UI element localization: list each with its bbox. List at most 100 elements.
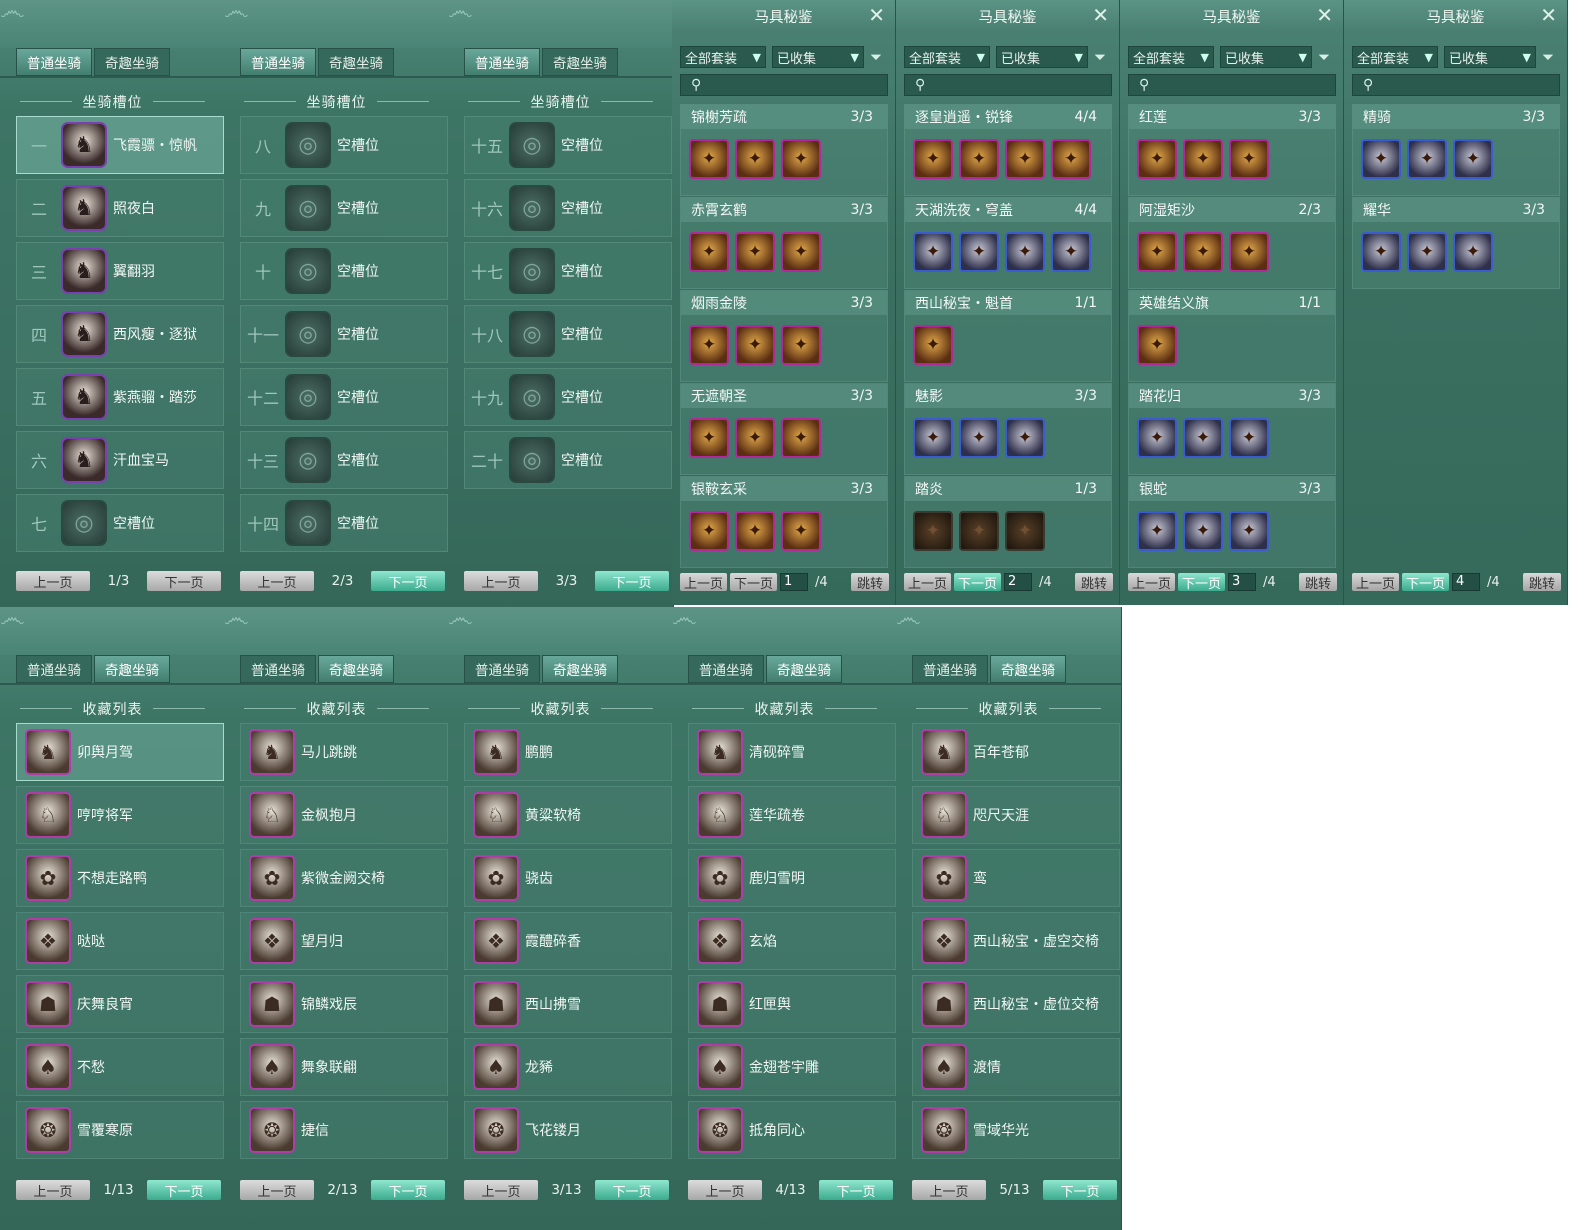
page-number-input[interactable]: 2 (1004, 573, 1033, 591)
saddle-part-icon[interactable]: ✦ (689, 232, 729, 272)
saddle-part-icon[interactable]: ✦ (1005, 418, 1045, 458)
saddle-part-icon[interactable]: ✦ (1453, 139, 1493, 179)
saddle-part-icon[interactable]: ✦ (1229, 139, 1269, 179)
search-input[interactable]: ⚲ (1128, 74, 1336, 96)
collection-item[interactable]: ♠ 渡情 (912, 1038, 1120, 1096)
saddle-part-icon[interactable]: ✦ (1137, 139, 1177, 179)
saddle-set-card[interactable]: 银蛇 3/3 ✦ ✦ ✦ (1128, 476, 1336, 568)
set-filter-dropdown[interactable]: 全部套装 ▼ (904, 46, 990, 68)
mount-slot[interactable]: 一 ♞ 飞霞骠・惊帆 (16, 116, 224, 174)
mount-slot[interactable]: 六 ♞ 汗血宝马 (16, 431, 224, 489)
collected-filter-dropdown[interactable]: 已收集 ▼ (1444, 46, 1536, 68)
collected-filter-dropdown[interactable]: 已收集 ▼ (996, 46, 1088, 68)
saddle-part-icon[interactable]: ✦ (1229, 232, 1269, 272)
next-page-button[interactable]: 下一页 (594, 1180, 669, 1200)
collection-item[interactable]: ✿ 骁齿 (464, 849, 672, 907)
saddle-part-icon[interactable]: ✦ (781, 232, 821, 272)
collection-item[interactable]: ♠ 金翅苍宇雕 (688, 1038, 896, 1096)
collection-item[interactable]: ☗ 锦鳞戏辰 (240, 975, 448, 1033)
prev-page-button[interactable]: 上一页 (912, 1180, 986, 1200)
saddle-part-icon[interactable]: ✦ (781, 325, 821, 365)
mount-slot[interactable]: 七 ◎ 空槽位 (16, 494, 224, 552)
saddle-part-icon[interactable]: ✦ (689, 418, 729, 458)
collection-item[interactable]: ✿ 鸾 (912, 849, 1120, 907)
search-input[interactable]: ⚲ (1352, 74, 1560, 96)
mount-slot[interactable]: 二 ♞ 照夜白 (16, 179, 224, 237)
saddle-part-icon[interactable]: ✦ (1051, 139, 1091, 179)
prev-page-button[interactable]: 上一页 (16, 1180, 90, 1200)
collection-item[interactable]: ☗ 庆舞良宵 (16, 975, 224, 1033)
collection-item[interactable]: ❂ 抵角同心 (688, 1101, 896, 1159)
filter-icon[interactable]: ⏷ (870, 48, 882, 66)
mount-slot[interactable]: 五 ♞ 紫燕骝・踏莎 (16, 368, 224, 426)
mount-slot[interactable]: 八 ◎ 空槽位 (240, 116, 448, 174)
saddle-set-card[interactable]: 无遮朝圣 3/3 ✦ ✦ ✦ (680, 383, 888, 475)
saddle-part-icon[interactable]: ✦ (1183, 511, 1223, 551)
next-page-button[interactable]: 下一页 (146, 571, 221, 591)
saddle-part-icon[interactable]: ✦ (1137, 511, 1177, 551)
saddle-set-card[interactable]: 魅影 3/3 ✦ ✦ ✦ (904, 383, 1112, 475)
saddle-set-card[interactable]: 踏花归 3/3 ✦ ✦ ✦ (1128, 383, 1336, 475)
saddle-part-icon[interactable]: ✦ (1229, 418, 1269, 458)
saddle-part-icon[interactable]: ✦ (1453, 232, 1493, 272)
saddle-part-icon[interactable]: ✦ (1005, 511, 1045, 551)
collection-item[interactable]: ❂ 雪域华光 (912, 1101, 1120, 1159)
collection-item[interactable]: ♘ 咫尺天涯 (912, 786, 1120, 844)
saddle-part-icon[interactable]: ✦ (1005, 232, 1045, 272)
tab-fun-mounts[interactable]: 奇趣坐骑 (990, 655, 1066, 683)
collection-item[interactable]: ❂ 捷信 (240, 1101, 448, 1159)
saddle-part-icon[interactable]: ✦ (735, 232, 775, 272)
saddle-set-card[interactable]: 耀华 3/3 ✦ ✦ ✦ (1352, 197, 1560, 289)
next-page-button[interactable]: 下一页 (730, 573, 778, 592)
collection-item[interactable]: ♘ 莲华疏卷 (688, 786, 896, 844)
collection-item[interactable]: ☗ 红匣舆 (688, 975, 896, 1033)
collection-item[interactable]: ♞ 百年苍郁 (912, 723, 1120, 781)
search-input[interactable]: ⚲ (904, 74, 1112, 96)
collection-item[interactable]: ♞ 卯舆月驾 (16, 723, 224, 781)
mount-slot[interactable]: 十八 ◎ 空槽位 (464, 305, 672, 363)
saddle-part-icon[interactable]: ✦ (735, 325, 775, 365)
filter-icon[interactable]: ⏷ (1542, 48, 1554, 66)
collection-item[interactable]: ✿ 紫微金阙交椅 (240, 849, 448, 907)
saddle-set-card[interactable]: 赤霄玄鹤 3/3 ✦ ✦ ✦ (680, 197, 888, 289)
tab-normal-mounts[interactable]: 普通坐骑 (16, 655, 92, 683)
saddle-part-icon[interactable]: ✦ (959, 511, 999, 551)
saddle-part-icon[interactable]: ✦ (689, 325, 729, 365)
saddle-part-icon[interactable]: ✦ (689, 511, 729, 551)
collection-item[interactable]: ❂ 雪覆寒原 (16, 1101, 224, 1159)
saddle-part-icon[interactable]: ✦ (781, 418, 821, 458)
mount-slot[interactable]: 九 ◎ 空槽位 (240, 179, 448, 237)
collection-item[interactable]: ❖ 玄焰 (688, 912, 896, 970)
collection-item[interactable]: ♘ 黄粱软椅 (464, 786, 672, 844)
collection-item[interactable]: ♞ 马儿跳跳 (240, 723, 448, 781)
collection-item[interactable]: ♘ 金枫抱月 (240, 786, 448, 844)
set-filter-dropdown[interactable]: 全部套装 ▼ (1128, 46, 1214, 68)
mount-slot[interactable]: 十 ◎ 空槽位 (240, 242, 448, 300)
set-filter-dropdown[interactable]: 全部套装 ▼ (680, 46, 766, 68)
collection-item[interactable]: ☗ 西山拂雪 (464, 975, 672, 1033)
filter-icon[interactable]: ⏷ (1318, 48, 1330, 66)
next-page-button[interactable]: 下一页 (818, 1180, 893, 1200)
page-number-input[interactable]: 4 (1452, 573, 1481, 591)
saddle-part-icon[interactable]: ✦ (913, 139, 953, 179)
collection-item[interactable]: ♞ 清砚碎雪 (688, 723, 896, 781)
saddle-part-icon[interactable]: ✦ (1361, 139, 1401, 179)
collection-item[interactable]: ♠ 不愁 (16, 1038, 224, 1096)
tab-normal-mounts[interactable]: 普通坐骑 (240, 655, 316, 683)
prev-page-button[interactable]: 上一页 (464, 1180, 538, 1200)
saddle-part-icon[interactable]: ✦ (1183, 139, 1223, 179)
next-page-button[interactable]: 下一页 (370, 571, 445, 591)
page-number-input[interactable]: 1 (780, 573, 809, 591)
tab-fun-mounts[interactable]: 奇趣坐骑 (766, 655, 842, 683)
tab-fun-mounts[interactable]: 奇趣坐骑 (94, 48, 170, 76)
tab-normal-mounts[interactable]: 普通坐骑 (688, 655, 764, 683)
saddle-part-icon[interactable]: ✦ (1183, 232, 1223, 272)
mount-slot[interactable]: 四 ♞ 西风瘦・逐狱 (16, 305, 224, 363)
saddle-part-icon[interactable]: ✦ (1137, 418, 1177, 458)
mount-slot[interactable]: 十六 ◎ 空槽位 (464, 179, 672, 237)
saddle-part-icon[interactable]: ✦ (913, 511, 953, 551)
mount-slot[interactable]: 十三 ◎ 空槽位 (240, 431, 448, 489)
jump-button[interactable]: 跳转 (1074, 573, 1113, 592)
saddle-part-icon[interactable]: ✦ (1183, 418, 1223, 458)
close-icon[interactable]: ✕ (1540, 3, 1557, 27)
